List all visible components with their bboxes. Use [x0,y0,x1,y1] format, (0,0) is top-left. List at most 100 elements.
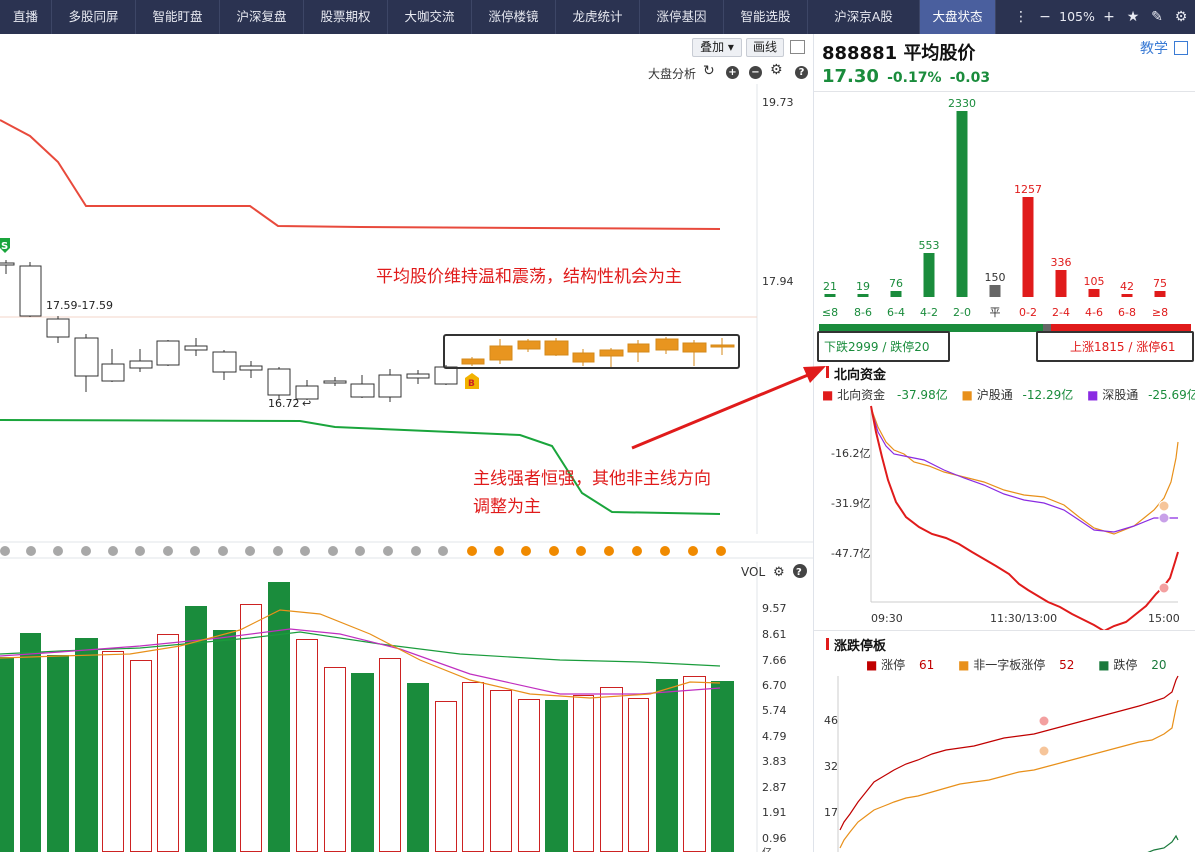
candle [517,340,541,350]
signal-dot [411,546,421,556]
volume-bar [157,634,179,852]
tab-label: 多股同屏 [68,9,119,24]
quote-change: -0.03 [949,70,991,86]
signal-dots-row [0,546,726,556]
volume-tick: 3.83 [762,755,787,768]
stock-title: 888881 平均股价 [822,39,975,65]
signal-dot [521,546,531,556]
north-flow-legend: ■ 北向资金 -37.98亿 ■ 沪股通 -12.29亿 ■ 深股通 -25.6… [822,386,1195,403]
signal-dot [190,546,200,556]
volume-bar [435,701,457,852]
signal-dot [494,546,504,556]
tab-limit-gene[interactable]: 涨停基因 [640,0,724,34]
volume-bar [490,690,512,852]
volume-tick: 7.66 [762,654,787,667]
sell-signal-text: S [1,241,8,252]
tab-a-shares[interactable]: 沪深京A股 [808,0,920,34]
price-tick: 17.94 [762,275,794,288]
tab-label: 涨停基因 [656,9,707,24]
tab-label: 大咖交流 [404,9,455,24]
volume-bar [573,695,594,852]
tab-experts[interactable]: 大咖交流 [388,0,472,34]
signal-dot [576,546,586,556]
distribution-bar [989,285,1001,297]
distribution-category-label: 平 [990,306,1001,319]
candle [156,340,180,366]
volume-tick: 2.87 [762,781,787,794]
signal-dot [53,546,63,556]
kline-volume-chart: 19.73 17.94 S B 17.59-17.59 16.72 ↩ 平均股价… [0,84,813,852]
y-tick: -47.7亿 [831,547,870,560]
tab-options[interactable]: 股票期权 [304,0,388,34]
candle [461,358,485,365]
signal-dot [604,546,614,556]
y-tick: 46 [824,714,838,727]
x-tick: 11:30/13:00 [990,612,1057,625]
star-icon[interactable]: ★ [1122,0,1144,34]
teach-link[interactable]: 教学 [1140,38,1168,58]
tab-dragon-tiger[interactable]: 龙虎统计 [556,0,640,34]
volume-tick: 6.70 [762,679,787,692]
down-count-label: 下跌2999 / 跌停20 [824,340,930,354]
volume-bar [0,657,14,852]
legend-value: -25.69亿 [1148,388,1195,402]
candle [434,366,458,385]
tab-multi-stock[interactable]: 多股同屏 [52,0,136,34]
tab-limit-mirror[interactable]: 涨停楼镜 [472,0,556,34]
distribution-category-label: 4-6 [1085,306,1103,319]
tab-label: 沪深复盘 [236,9,287,24]
tab-review[interactable]: 沪深复盘 [220,0,304,34]
distribution-category-label: 0-2 [1019,306,1037,319]
signal-dot [688,546,698,556]
candle [101,363,125,382]
volume-tick: 4.79 [762,730,787,743]
volume-bar [711,681,734,852]
signal-dot [163,546,173,556]
lower-band-line [0,419,721,515]
tab-label: 智能选股 [740,9,791,24]
distribution-bar [1154,291,1166,297]
volume-tick: 9.57 [762,602,787,615]
edit-icon[interactable]: ✎ [1146,0,1168,34]
tab-market-status[interactable]: 大盘状态 [920,0,996,34]
legend-value: -12.29亿 [1022,388,1074,402]
popout-icon[interactable] [1174,41,1188,55]
distribution-category-label: ≥8 [1152,306,1168,319]
side-panel: 888881 平均股价 教学 17.30 -0.17% -0.03 21 ≤8 19… [813,34,1195,852]
volume-bars [0,582,734,852]
tab-label: 直播 [12,9,38,24]
distribution-category-label: 6-8 [1118,306,1136,319]
volume-bar [47,655,69,852]
candle [599,349,624,357]
tab-live[interactable]: 直播 [0,0,52,34]
legend-name: 非一字板涨停 [973,658,1046,672]
annotation-bottom-line1: 主线强者恒强，其他非主线方向 [473,469,711,489]
sh-connect-line [870,407,1179,535]
limit-board-chart: 46 32 17 [824,675,1179,852]
more-icon[interactable]: ⋮ [1010,0,1032,34]
annotation-top: 平均股价维持温和震荡，结构性机会为主 [376,267,682,287]
signal-dot [81,546,91,556]
y-tick: -31.9亿 [831,497,870,510]
volume-settings-icon[interactable]: ⚙ [773,565,785,580]
distribution-category-label: 2-0 [953,306,971,319]
tab-label: 股票期权 [320,9,371,24]
legend-name: 跌停 [1113,658,1138,672]
distribution-category-label: 8-6 [854,306,872,319]
rise-fall-distribution-chart: 21 ≤8 19 8-6 76 6-4 553 4-2 2330 2-0 150 平 1257 0-2 33… [822,97,1168,319]
buy-signal-text: B [468,379,475,389]
volume-bar [75,638,98,852]
distribution-bar [1022,197,1034,297]
settings-icon[interactable]: ⚙ [1170,0,1192,34]
volume-bar [102,651,124,852]
y-tick: -16.2亿 [831,447,870,460]
candle [378,374,402,398]
zoom-level: 105% [1059,9,1095,24]
tab-smart-watch[interactable]: 智能盯盘 [136,0,220,34]
low-price-label: 16.72 [268,397,300,410]
zoom-out-icon[interactable]: − [1034,0,1056,34]
zoom-in-icon[interactable]: + [1098,0,1120,34]
candle [46,318,70,338]
limit-up-line [839,675,1179,831]
tab-smart-pick[interactable]: 智能选股 [724,0,808,34]
